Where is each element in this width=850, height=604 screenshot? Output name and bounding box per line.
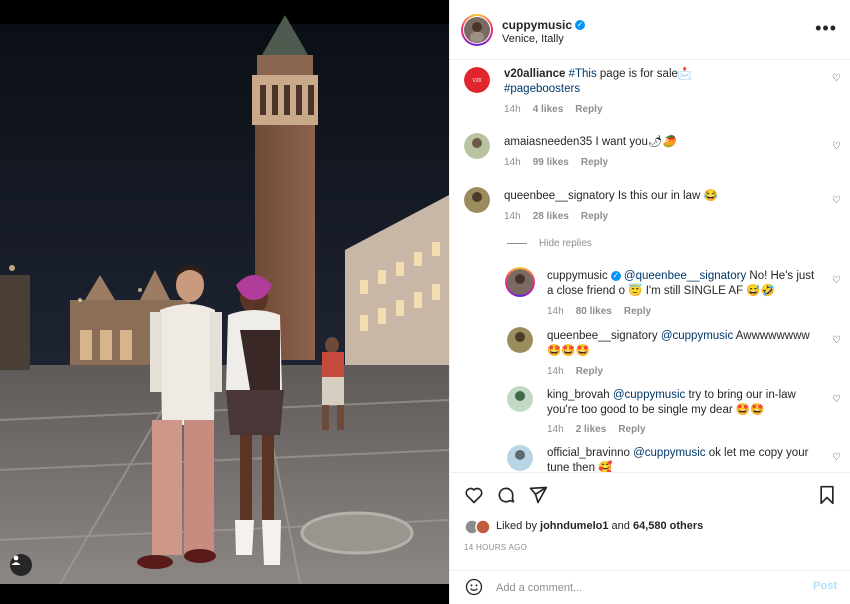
comment-time[interactable]: 14h: [504, 104, 521, 115]
comment-meta: 14h 2 likes Reply: [547, 424, 658, 435]
divider-line: [507, 242, 527, 244]
share-send-icon[interactable]: [528, 485, 548, 510]
comment-likes[interactable]: 4 likes: [533, 104, 564, 115]
post-modal: cuppymusic ✓ Venice, Itally ••• V20 v20al…: [0, 0, 850, 604]
comment-time[interactable]: 14h: [547, 366, 564, 377]
more-horizontal-icon[interactable]: •••: [815, 18, 837, 39]
comment-text: official_bravinno @cuppymusic ok let me …: [547, 447, 809, 472]
commenter-avatar[interactable]: [507, 327, 533, 353]
like-heart-icon[interactable]: ♡: [832, 394, 841, 405]
add-comment-bar: Post: [450, 570, 850, 603]
post-header: cuppymusic ✓ Venice, Itally •••: [450, 0, 850, 60]
hide-replies-button[interactable]: Hide replies: [507, 238, 592, 249]
tagged-user-icon[interactable]: [10, 554, 32, 576]
comment-username[interactable]: official_bravinno: [547, 447, 630, 459]
comment-likes[interactable]: 80 likes: [576, 306, 612, 317]
commenter-avatar[interactable]: [507, 386, 533, 412]
commenter-avatar[interactable]: [507, 269, 533, 295]
reply-button[interactable]: Reply: [575, 104, 602, 115]
comment-text: king_brovah @cuppymusic try to bring our…: [547, 389, 796, 416]
comment-likes[interactable]: 28 likes: [533, 211, 569, 222]
author-username[interactable]: cuppymusic: [502, 18, 572, 32]
author-avatar[interactable]: [463, 16, 491, 44]
comment-text: queenbee__signatory @cuppymusic Awwwwwww…: [547, 330, 810, 357]
comment-likes[interactable]: 2 likes: [576, 424, 607, 435]
likes-summary: Liked by johndumelo1 and 64,580 others: [464, 519, 703, 535]
comment-username[interactable]: v20alliance: [504, 68, 565, 80]
verified-badge-icon: ✓: [575, 19, 586, 30]
post-comment-button[interactable]: Post: [813, 580, 837, 592]
reply-button[interactable]: Reply: [581, 211, 608, 222]
comments-list[interactable]: V20 v20alliance #This page is for sale📩 …: [450, 60, 850, 472]
comment-time[interactable]: 14h: [547, 306, 564, 317]
like-heart-icon[interactable]: ♡: [832, 275, 841, 286]
venice-photo-image: [0, 0, 449, 604]
comment-meta: 14h 80 likes Reply: [547, 306, 663, 317]
like-heart-icon[interactable]: ♡: [832, 452, 841, 463]
save-bookmark-icon[interactable]: [818, 485, 836, 510]
mention-link[interactable]: @queenbee__signatory: [624, 270, 746, 282]
hashtag-link[interactable]: #pageboosters: [504, 83, 580, 95]
comment-text: v20alliance #This page is for sale📩 #pag…: [504, 68, 693, 95]
comment-meta: 14h 4 likes Reply: [504, 104, 615, 115]
envelope-emoji: 📩: [677, 68, 693, 80]
reply-button[interactable]: Reply: [581, 157, 608, 168]
comment-bubble-icon[interactable]: [496, 485, 516, 510]
comment-username[interactable]: cuppymusic: [547, 270, 608, 282]
like-heart-icon[interactable]: ♡: [832, 335, 841, 346]
comment-input[interactable]: [494, 577, 798, 599]
commenter-avatar[interactable]: [507, 445, 533, 471]
post-timestamp[interactable]: 14 HOURS AGO: [464, 543, 527, 552]
comment-time[interactable]: 14h: [504, 211, 521, 222]
comment-meta: 14h 99 likes Reply: [504, 157, 620, 168]
reply-button[interactable]: Reply: [624, 306, 651, 317]
comment-time[interactable]: 14h: [547, 424, 564, 435]
comment-text: cuppymusic ✓ @queenbee__signatory No! He'…: [547, 270, 815, 297]
post-location[interactable]: Venice, Itally: [502, 33, 564, 45]
hashtag-link[interactable]: #This: [569, 68, 597, 80]
svg-text:V20: V20: [473, 78, 482, 84]
comment-likes[interactable]: 99 likes: [533, 157, 569, 168]
comment-username[interactable]: amaiasneeden35: [504, 136, 592, 148]
reply-button[interactable]: Reply: [576, 366, 603, 377]
comment-time[interactable]: 14h: [504, 157, 521, 168]
reply-button[interactable]: Reply: [618, 424, 645, 435]
comment-username[interactable]: queenbee__signatory: [547, 330, 658, 342]
comment-text: queenbee__signatory Is this our in law 😂: [504, 190, 718, 202]
liker-avatars[interactable]: [464, 519, 492, 535]
mention-link[interactable]: @cuppymusic: [613, 389, 685, 401]
commenter-avatar[interactable]: V20: [464, 67, 490, 93]
commenter-avatar[interactable]: [464, 133, 490, 159]
post-photo[interactable]: [0, 0, 449, 604]
post-side-panel: cuppymusic ✓ Venice, Itally ••• V20 v20al…: [449, 0, 850, 604]
verified-badge-icon: ✓: [610, 270, 621, 281]
like-heart-icon[interactable]: ♡: [832, 141, 841, 152]
comment-username[interactable]: queenbee__signatory: [504, 190, 615, 202]
emoji-smiley-icon[interactable]: [464, 577, 484, 602]
comment-meta: 14h 28 likes Reply: [504, 211, 620, 222]
mention-link[interactable]: @cuppymusic: [661, 330, 733, 342]
comment-username[interactable]: king_brovah: [547, 389, 610, 401]
post-actions: Liked by johndumelo1 and 64,580 others 1…: [450, 472, 850, 602]
commenter-avatar[interactable]: [464, 187, 490, 213]
like-heart-icon[interactable]: ♡: [832, 195, 841, 206]
mention-link[interactable]: @cuppymusic: [633, 447, 705, 459]
liker-username[interactable]: johndumelo1: [540, 520, 608, 532]
likes-count-link[interactable]: 64,580 others: [633, 520, 703, 532]
like-heart-icon[interactable]: ♡: [832, 73, 841, 84]
comment-text: amaiasneeden35 I want you🌶🥭: [504, 136, 677, 148]
like-heart-icon[interactable]: [464, 485, 484, 510]
comment-meta: 14h Reply: [547, 366, 615, 377]
